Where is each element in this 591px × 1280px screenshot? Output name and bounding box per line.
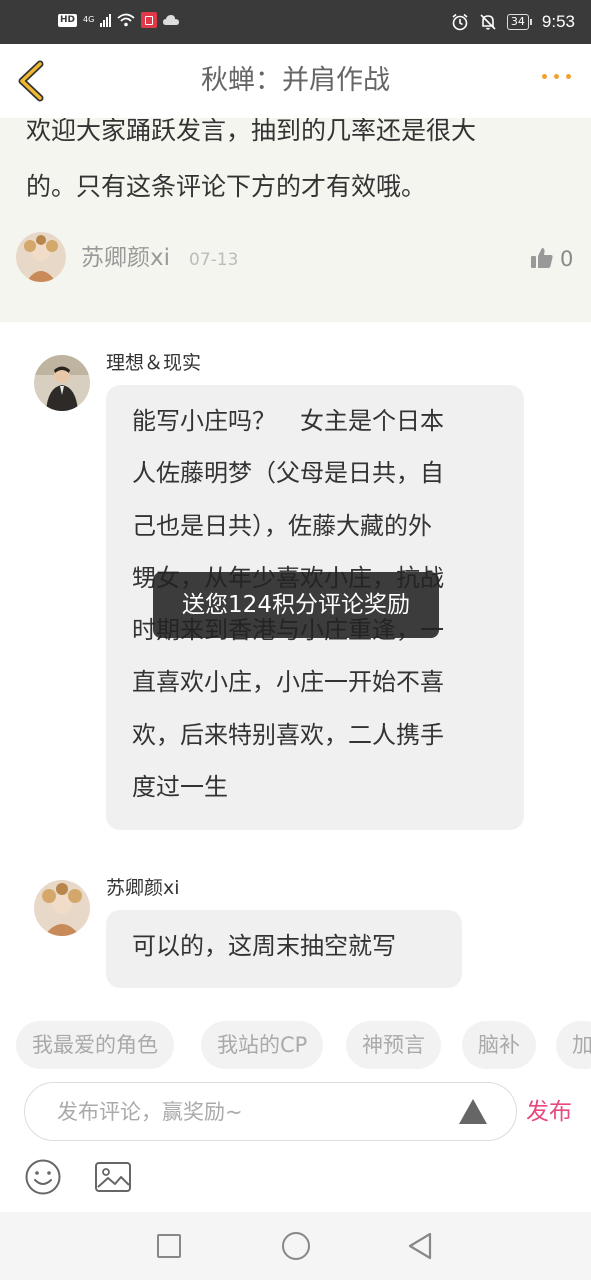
topic-tag[interactable]: 脑补 bbox=[462, 1021, 536, 1069]
app-header: 秋蝉：并肩作战 bbox=[0, 44, 591, 118]
home-icon[interactable] bbox=[282, 1232, 310, 1260]
system-nav-bar bbox=[0, 1212, 591, 1280]
parent-comment-text: 欢迎大家踊跃发言，抽到的几率还是很大 的。只有这条评论下方的才有效哦。 bbox=[26, 118, 566, 215]
status-right: 34 9:53 bbox=[451, 11, 575, 33]
reward-toast: 送您124积分评论奖励 bbox=[153, 572, 439, 638]
thumbs-up-icon[interactable] bbox=[530, 246, 554, 270]
hd-icon: HD bbox=[58, 13, 78, 27]
battery-level: 34 bbox=[506, 14, 529, 30]
alarm-icon bbox=[452, 13, 468, 31]
parent-comment: 欢迎大家踊跃发言，抽到的几率还是很大 的。只有这条评论下方的才有效哦。 苏卿颜x… bbox=[0, 118, 591, 322]
topic-tag[interactable]: 加 bbox=[556, 1021, 591, 1069]
signal-icon bbox=[100, 13, 112, 27]
more-options-icon[interactable] bbox=[542, 74, 571, 79]
triangle-up-icon[interactable] bbox=[458, 1097, 488, 1125]
status-left: HD 4G bbox=[58, 12, 180, 28]
avatar[interactable] bbox=[34, 880, 90, 936]
cloud-icon bbox=[163, 15, 180, 25]
nav-back-icon[interactable] bbox=[406, 1231, 434, 1261]
reply-line: 人佐藤明梦（父母是日共，自 bbox=[132, 459, 444, 488]
parent-comment-line: 欢迎大家踊跃发言，抽到的几率还是很大 bbox=[26, 118, 477, 145]
topic-tag[interactable]: 我最爱的角色 bbox=[16, 1021, 174, 1069]
wifi-icon bbox=[117, 13, 135, 27]
reply-bubble[interactable]: 可以的，这周末抽空就写 bbox=[106, 910, 462, 988]
comment-input-placeholder: 发布评论，赢奖励~ bbox=[57, 1100, 243, 1124]
parent-comment-date: 07-13 bbox=[189, 250, 239, 270]
reply-line: 直喜欢小庄，小庄一开始不喜 bbox=[132, 668, 444, 697]
back-chevron-icon[interactable] bbox=[14, 60, 48, 102]
reply-line: 能写小庄吗？ 女主是个日本 bbox=[132, 407, 444, 435]
topic-tag-bar: 我最爱的角色 我站的CP 神预言 脑补 加 bbox=[0, 1013, 591, 1079]
status-bar: HD 4G 34 9:53 bbox=[0, 0, 591, 44]
reply-line: 己也是日共），佐藤大藏的外 bbox=[132, 511, 432, 540]
topic-tag[interactable]: 我站的CP bbox=[201, 1021, 324, 1069]
network-type-label: 4G bbox=[83, 15, 95, 24]
publish-button[interactable]: 发布 bbox=[526, 1096, 572, 1128]
battery-icon: 34 bbox=[506, 14, 532, 30]
mute-bell-icon bbox=[480, 14, 496, 30]
reply-line: 度过一生 bbox=[132, 773, 228, 802]
reader-app-icon bbox=[141, 12, 158, 28]
emoji-icon[interactable] bbox=[24, 1158, 62, 1196]
reply-author-name[interactable]: 苏卿颜xi bbox=[106, 876, 180, 900]
avatar[interactable] bbox=[16, 232, 66, 282]
reply-line: 欢，后来特别喜欢，二人携手 bbox=[132, 720, 444, 749]
like-count: 0 bbox=[560, 247, 574, 271]
avatar[interactable] bbox=[34, 355, 90, 411]
parent-author-name[interactable]: 苏卿颜xi bbox=[81, 244, 170, 272]
page-title: 秋蝉：并肩作战 bbox=[201, 65, 390, 96]
topic-tag[interactable]: 神预言 bbox=[346, 1021, 441, 1069]
reply-author-name[interactable]: 理想＆现实 bbox=[106, 351, 201, 375]
image-icon[interactable] bbox=[94, 1160, 132, 1194]
parent-comment-line: 的。只有这条评论下方的才有效哦。 bbox=[26, 172, 427, 201]
clock: 9:53 bbox=[541, 12, 575, 31]
comment-input[interactable]: 发布评论，赢奖励~ bbox=[24, 1082, 517, 1141]
recent-apps-icon[interactable] bbox=[157, 1234, 181, 1258]
reply-line: 可以的，这周末抽空就写 bbox=[132, 932, 396, 960]
